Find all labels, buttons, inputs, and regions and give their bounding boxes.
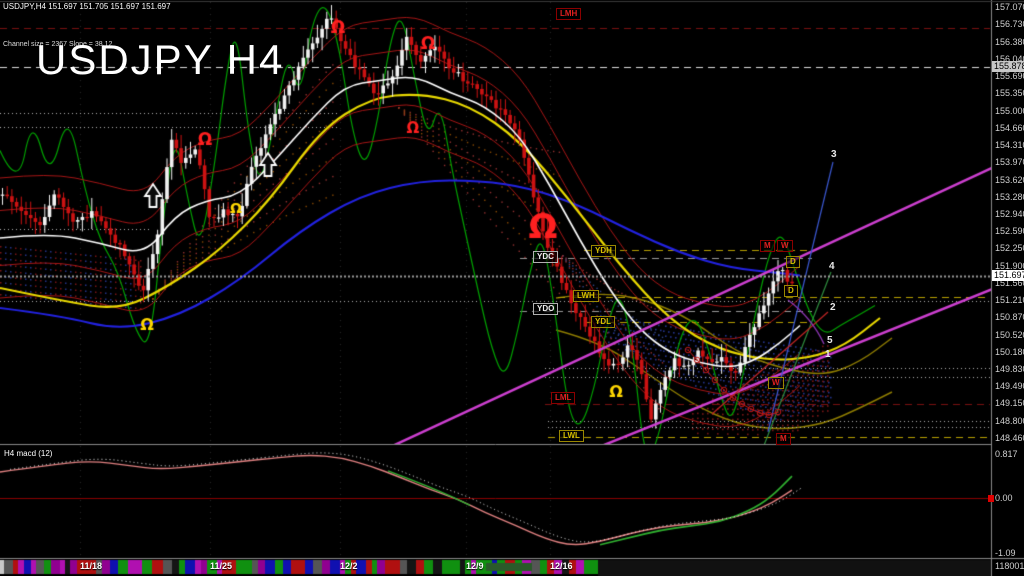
pivot-label-ydo[interactable]: YDO [533,303,558,315]
chart-canvas[interactable] [0,0,1024,576]
pivot-label-ydh[interactable]: YDH [591,245,616,257]
price-axis-label: 152.250 [995,244,1024,253]
pivot-label-m[interactable]: M [776,433,791,445]
date-label: 11/18 [80,561,102,571]
wave-label-2[interactable]: 2 [830,302,836,313]
pivot-label-ydl[interactable]: YDL [591,316,615,328]
price-axis-label: 149.150 [995,399,1024,408]
date-label: 12/2 [340,561,358,571]
mt4-chart-window: USDJPY,H4 151.697 151.705 151.697 151.69… [0,0,1024,576]
price-axis-label: 153.970 [995,158,1024,167]
indicator-zero-mark [988,495,994,502]
price-axis-label: 154.660 [995,124,1024,133]
indicator-scale-end: 118001 [995,562,1024,571]
price-axis-label: 148.460 [995,434,1024,443]
pivot-label-w[interactable]: W [768,377,784,389]
indicator-scale-bottom: -1.09 [995,549,1016,558]
indicator-scale-zero: 0.00 [995,494,1013,503]
price-tag-level: 155.878 [992,61,1024,72]
indicator-label: H4 macd (12) [4,449,52,458]
price-axis-label: 157.070 [995,3,1024,12]
pivot-label-lwl[interactable]: LWL [559,430,584,442]
pivot-label-d[interactable]: D [784,285,798,297]
price-axis-label: 148.800 [995,417,1024,426]
price-axis-label: 150.180 [995,348,1024,357]
indicator-scale-top: 0.817 [995,450,1018,459]
pivot-label-m[interactable]: M [760,240,775,252]
price-axis-label: 151.210 [995,296,1024,305]
wave-label-3[interactable]: 3 [831,149,837,160]
price-axis-label: 153.620 [995,176,1024,185]
date-label: 12/9 [466,561,484,571]
pivot-label-ydc[interactable]: YDC [533,251,558,263]
price-axis-label: 149.830 [995,365,1024,374]
price-axis-label: 153.280 [995,193,1024,202]
pivot-label-d[interactable]: D [786,256,800,268]
chart-title: USDJPY H4 [36,36,284,84]
pivot-label-lml[interactable]: LML [551,392,575,404]
price-axis-label: 150.520 [995,331,1024,340]
price-axis-label: 152.940 [995,210,1024,219]
pivot-label-lwh[interactable]: LWH [573,290,599,302]
date-label: 11/25 [210,561,232,571]
price-axis-label: 155.000 [995,107,1024,116]
price-axis-label: 155.690 [995,72,1024,81]
pivot-label-w[interactable]: W [777,240,793,252]
price-axis-label: 156.730 [995,20,1024,29]
price-axis-label: 150.870 [995,313,1024,322]
wave-label-4[interactable]: 4 [829,261,835,272]
price-axis-label: 152.590 [995,227,1024,236]
price-axis-label: 154.310 [995,141,1024,150]
price-axis-label: 155.350 [995,89,1024,98]
price-tag-current: 151.697 [992,270,1024,281]
price-axis-label: 149.490 [995,382,1024,391]
wave-label-1[interactable]: 1 [825,349,831,360]
pivot-label-lmh[interactable]: LMH [556,8,581,20]
symbol-ohlc-info: USDJPY,H4 151.697 151.705 151.697 151.69… [3,2,171,11]
price-axis-label: 156.380 [995,38,1024,47]
date-label: 12/16 [550,561,573,571]
wave-label-5[interactable]: 5 [827,335,833,346]
